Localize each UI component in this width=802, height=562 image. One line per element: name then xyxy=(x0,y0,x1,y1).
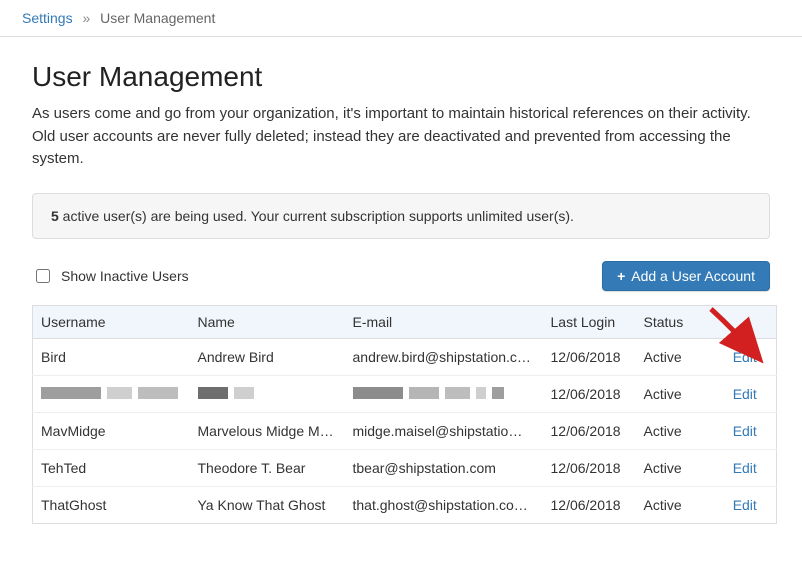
col-name[interactable]: Name xyxy=(190,305,345,338)
cell-status: Active xyxy=(636,486,714,523)
table-row: TehTedTheodore T. Beartbear@shipstation.… xyxy=(33,449,777,486)
plus-icon: + xyxy=(617,268,625,284)
cell-username: ThatGhost xyxy=(33,486,190,523)
cell-edit: Edit xyxy=(714,412,777,449)
redacted-text xyxy=(41,387,178,399)
add-user-button[interactable]: + Add a User Account xyxy=(602,261,770,291)
cell-status: Active xyxy=(636,375,714,412)
active-users-count: 5 xyxy=(51,208,59,224)
cell-edit: Edit xyxy=(714,375,777,412)
cell-status: Active xyxy=(636,449,714,486)
cell-edit: Edit xyxy=(714,449,777,486)
cell-last-login: 12/06/2018 xyxy=(543,486,636,523)
cell-email: that.ghost@shipstation.co… xyxy=(345,486,543,523)
cell-last-login: 12/06/2018 xyxy=(543,412,636,449)
cell-edit: Edit xyxy=(714,338,777,375)
cell-email: andrew.bird@shipstation.c… xyxy=(345,338,543,375)
cell-username: Bird xyxy=(33,338,190,375)
show-inactive-checkbox[interactable] xyxy=(36,269,50,283)
edit-link[interactable]: Edit xyxy=(733,386,757,402)
cell-name xyxy=(190,375,345,412)
col-username[interactable]: Username xyxy=(33,305,190,338)
col-last-login[interactable]: Last Login xyxy=(543,305,636,338)
users-table: Username Name E-mail Last Login Status B… xyxy=(32,305,777,524)
cell-edit: Edit xyxy=(714,486,777,523)
redacted-text xyxy=(198,387,254,399)
cell-last-login: 12/06/2018 xyxy=(543,338,636,375)
breadcrumb-current: User Management xyxy=(100,10,215,26)
intro-text: As users come and go from your organizat… xyxy=(32,103,770,171)
breadcrumb-separator: » xyxy=(82,10,90,26)
cell-last-login: 12/06/2018 xyxy=(543,449,636,486)
toolbar: Show Inactive Users + Add a User Account xyxy=(32,261,770,291)
col-status[interactable]: Status xyxy=(636,305,714,338)
cell-status: Active xyxy=(636,338,714,375)
table-row: ThatGhostYa Know That Ghostthat.ghost@sh… xyxy=(33,486,777,523)
cell-email: midge.maisel@shipstatio… xyxy=(345,412,543,449)
cell-username: TehTed xyxy=(33,449,190,486)
active-users-message: active user(s) are being used. Your curr… xyxy=(59,208,574,224)
show-inactive-row[interactable]: Show Inactive Users xyxy=(32,266,189,286)
cell-name: Ya Know That Ghost xyxy=(190,486,345,523)
cell-name: Theodore T. Bear xyxy=(190,449,345,486)
redacted-text xyxy=(353,387,504,399)
table-row: 12/06/2018Active Edit xyxy=(33,375,777,412)
edit-link[interactable]: Edit xyxy=(733,349,757,365)
edit-link[interactable]: Edit xyxy=(733,460,757,476)
cell-last-login: 12/06/2018 xyxy=(543,375,636,412)
col-email[interactable]: E-mail xyxy=(345,305,543,338)
cell-name: Marvelous Midge Mai… xyxy=(190,412,345,449)
page-title: User Management xyxy=(32,61,770,93)
cell-username xyxy=(33,375,190,412)
add-user-label: Add a User Account xyxy=(631,268,755,284)
cell-status: Active xyxy=(636,412,714,449)
table-header-row: Username Name E-mail Last Login Status xyxy=(33,305,777,338)
breadcrumb: Settings » User Management xyxy=(0,0,802,37)
table-row: MavMidgeMarvelous Midge Mai…midge.maisel… xyxy=(33,412,777,449)
table-row: BirdAndrew Birdandrew.bird@shipstation.c… xyxy=(33,338,777,375)
cell-name: Andrew Bird xyxy=(190,338,345,375)
cell-email xyxy=(345,375,543,412)
cell-email: tbear@shipstation.com xyxy=(345,449,543,486)
show-inactive-label: Show Inactive Users xyxy=(61,268,189,284)
edit-link[interactable]: Edit xyxy=(733,497,757,513)
active-users-info: 5 active user(s) are being used. Your cu… xyxy=(32,193,770,239)
edit-link[interactable]: Edit xyxy=(733,423,757,439)
cell-username: MavMidge xyxy=(33,412,190,449)
breadcrumb-parent-link[interactable]: Settings xyxy=(22,10,73,26)
